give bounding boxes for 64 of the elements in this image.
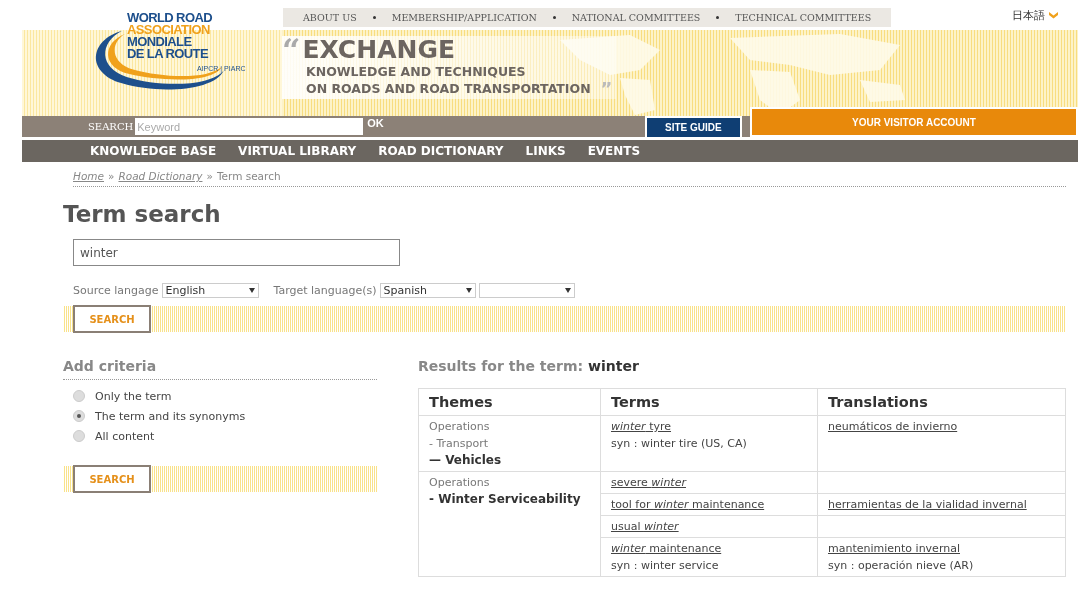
breadcrumb-link[interactable]: Road Dictionary — [118, 170, 203, 182]
banner-subtitle: KNOWLEDGE AND TECHNIQUES — [306, 63, 526, 80]
dropdown-arrow-icon — [564, 288, 571, 293]
column-header: Translations — [817, 388, 1066, 416]
term-link[interactable]: severe winter — [611, 476, 686, 489]
separator-dot — [716, 16, 720, 19]
top-nav-link[interactable]: TECHNICAL COMMITTEES — [735, 12, 872, 23]
top-nav-link[interactable]: MEMBERSHIP/APPLICATION — [391, 12, 537, 23]
theme-path[interactable]: — Vehicles — [429, 452, 590, 469]
banner-headline: EXCHANGE — [302, 36, 455, 63]
radio-label: All content — [95, 429, 155, 443]
radio-button[interactable] — [73, 390, 85, 402]
quote-mark: ” — [600, 81, 613, 96]
main-nav-link[interactable]: EVENTS — [587, 144, 641, 158]
main-nav-link[interactable]: LINKS — [525, 144, 566, 158]
dropdown-arrow-icon — [248, 288, 255, 293]
breadcrumb-separator: » — [108, 170, 115, 182]
keyword-field[interactable]: Keyword — [135, 118, 364, 135]
separator-dot — [552, 16, 556, 19]
quote-mark: “ — [282, 37, 301, 62]
results-label: Results for the term: — [418, 358, 584, 374]
radio-button[interactable] — [73, 430, 85, 442]
synonym-text: syn : winter tire (US, CA) — [611, 436, 748, 452]
caret-icon — [1049, 12, 1058, 19]
main-nav-link[interactable]: KNOWLEDGE BASE — [90, 144, 217, 158]
dropdown-arrow-icon — [465, 288, 472, 293]
language-select[interactable]: Spanish — [379, 283, 476, 298]
top-nav-link[interactable]: ABOUT US — [303, 12, 357, 23]
theme-path[interactable]: Operations — [429, 474, 590, 491]
radio-label: The term and its synonyms — [95, 409, 246, 423]
term-link[interactable]: winter maintenance — [611, 542, 722, 555]
results-term: winter — [588, 358, 639, 374]
radio-label: Only the term — [95, 389, 172, 403]
search-label: SEARCH — [88, 121, 134, 132]
translation-link[interactable]: neumáticos de invierno — [828, 420, 958, 433]
translation-link[interactable]: mantenimiento invernal — [828, 542, 960, 555]
column-header: Themes — [418, 388, 601, 416]
breadcrumb-link[interactable]: Home — [73, 170, 104, 182]
separator-dot — [372, 16, 376, 19]
top-nav-link[interactable]: NATIONAL COMMITTEES — [571, 12, 701, 23]
main-nav-link[interactable]: ROAD DICTIONARY — [378, 144, 504, 158]
banner-subtitle: ON ROADS AND ROAD TRANSPORTATION — [306, 80, 591, 97]
radio-button[interactable] — [73, 410, 85, 422]
language-select[interactable]: English — [161, 283, 259, 298]
site-guide-button[interactable]: SITE GUIDE — [644, 116, 742, 139]
ok-button[interactable]: OK — [363, 117, 388, 129]
term-link[interactable]: usual winter — [611, 520, 679, 533]
language-selector[interactable]: 日本語 — [1012, 8, 1045, 23]
breadcrumb-separator: » — [206, 170, 213, 182]
theme-path[interactable]: - Transport — [429, 435, 590, 452]
column-header: Terms — [600, 388, 818, 416]
main-nav-link[interactable]: VIRTUAL LIBRARY — [238, 144, 357, 158]
term-field[interactable]: winter — [73, 239, 400, 266]
term-link[interactable]: winter tyre — [611, 420, 671, 433]
criteria-heading: Add criteria — [63, 358, 377, 380]
theme-path[interactable]: - Winter Serviceability — [429, 491, 590, 508]
synonym-text: syn : operación nieve (AR) — [828, 558, 975, 574]
source-language-label: Source langage — [73, 284, 159, 297]
theme-path[interactable]: Operations — [429, 418, 590, 435]
language-select[interactable] — [478, 283, 575, 298]
breadcrumb-current: Term search — [216, 170, 281, 182]
page-title: Term search — [63, 201, 222, 227]
synonym-text: syn : winter service — [611, 558, 720, 574]
target-language-label: Target language(s) — [273, 284, 377, 297]
